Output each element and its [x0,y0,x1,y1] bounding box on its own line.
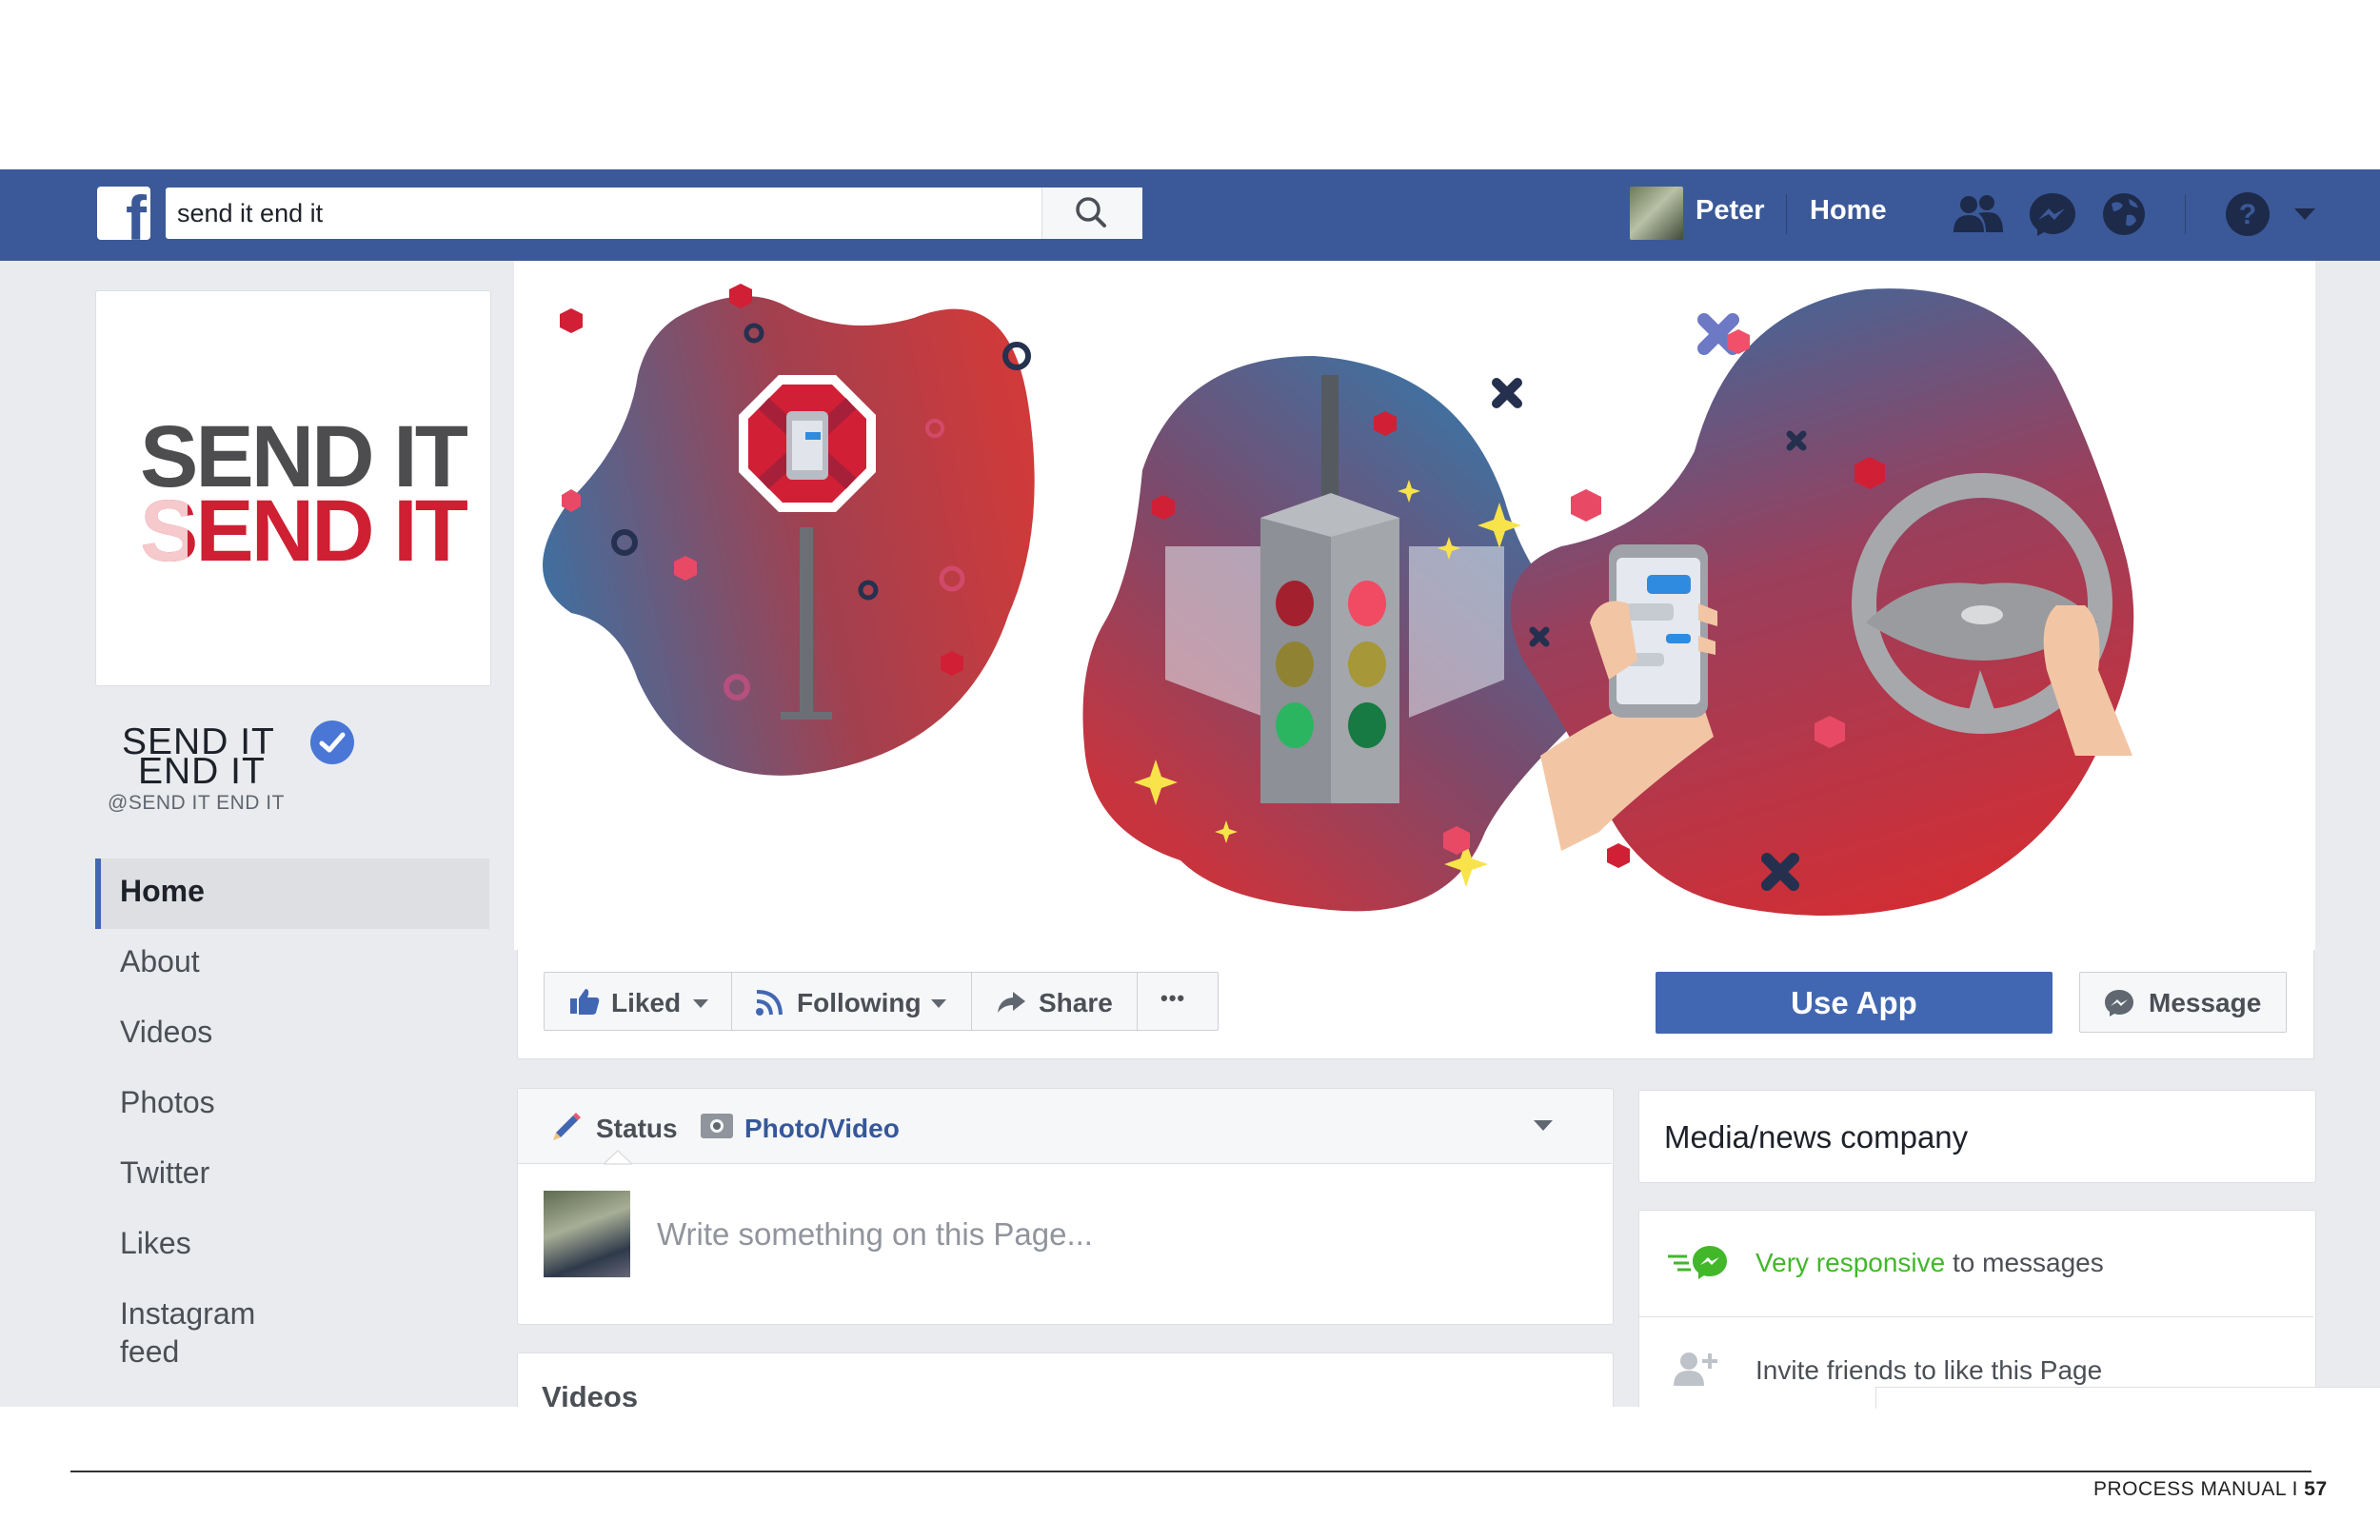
globe-icon[interactable] [2100,190,2148,238]
sidebar-item-label-2: feed [120,1334,180,1369]
thumbs-up-icon [570,989,600,1015]
sidebar-item-instagram-feed[interactable]: Instagram feed [95,1281,489,1386]
liked-button[interactable]: Liked [544,972,732,1031]
page-margin [0,1407,2380,1540]
share-button[interactable]: Share [971,972,1138,1031]
liked-label: Liked [611,988,682,1017]
search-box [166,188,1142,239]
divider [1639,1316,2313,1317]
svg-text:?: ? [2239,199,2256,230]
footer-title: PROCESS MANUAL I [2093,1478,2305,1500]
caret-down-icon [931,999,946,1008]
caret-down-icon [693,999,708,1008]
sidebar-item-photos[interactable]: Photos [95,1070,489,1140]
nav-divider [1786,194,1787,234]
friends-icon[interactable] [1950,192,2007,236]
composer-input[interactable]: Write something on this Page... [657,1216,1093,1253]
tab-status[interactable]: Status [596,1114,678,1144]
message-button[interactable]: Message [2079,972,2287,1033]
share-arrow-icon [998,992,1025,1013]
sidebar-item-likes[interactable]: Likes [95,1211,489,1281]
responsive-messenger-icon [1668,1246,1727,1279]
share-label: Share [1039,988,1113,1017]
cover-illustration [543,284,2134,916]
cover-photo[interactable] [514,261,2315,950]
rss-icon [756,990,783,1016]
footer-label: PROCESS MANUAL I 57 [2093,1478,2328,1501]
logo-faded-s: S [140,487,188,575]
help-icon[interactable]: ? [2224,190,2271,238]
sidebar-item-label: Instagram [120,1296,256,1331]
messenger-icon[interactable] [2028,190,2077,238]
footer-page-number: 57 [2304,1478,2328,1500]
search-icon [1076,197,1106,227]
user-name-link[interactable]: Peter [1696,195,1765,227]
composer-tabs: Status Photo/Video [518,1089,1612,1165]
sidebar-item-label: Twitter [120,1155,210,1190]
responsiveness-text: Very responsive to messages [1755,1248,2104,1278]
verified-badge-icon [310,721,354,764]
footer-rule [70,1471,2311,1472]
camera-icon [701,1114,733,1138]
more-options-icon: ••• [1160,986,1186,1010]
profile-picture[interactable]: SEND IT SEND IT S SEND IT [95,290,491,686]
cropped-card-edge [1875,1387,2380,1409]
facebook-f-icon[interactable]: f [97,187,150,240]
following-label: Following [797,988,922,1017]
chevron-down-icon[interactable] [1533,1119,1554,1133]
search-button[interactable] [1041,188,1142,239]
page-handle[interactable]: @SEND IT END IT [108,792,285,815]
sidebar-item-label: Home [120,874,205,908]
pencil-icon [553,1113,581,1140]
following-button[interactable]: Following [731,972,972,1031]
sidebar-item-twitter[interactable]: Twitter [95,1140,489,1211]
responsiveness-strong: Very responsive [1755,1248,1946,1277]
sidebar-item-label: Likes [120,1226,191,1260]
caret-down-icon[interactable] [2292,206,2317,223]
invite-friends-link[interactable]: Invite friends to like this Page [1755,1355,2102,1386]
sidebar-item-label: About [120,944,200,978]
tab-pointer [604,1150,632,1165]
sidebar-item-label: Videos [120,1015,213,1049]
messenger-icon [2105,990,2133,1017]
sidebar-item-videos[interactable]: Videos [95,999,489,1070]
use-app-button[interactable]: Use App [1656,972,2053,1034]
home-link[interactable]: Home [1810,195,1887,227]
sidebar-item-home[interactable]: Home [95,859,489,929]
page-name-line-2[interactable]: END IT [138,753,266,790]
page-category[interactable]: Media/news company [1664,1119,1968,1155]
search-input[interactable] [177,188,1034,239]
sidebar-item-about[interactable]: About [95,929,489,999]
nav-divider [2185,194,2186,234]
logo-line-bottom-text: SEND IT [140,483,468,580]
responsiveness-rest: to messages [1945,1248,2104,1277]
composer-avatar [544,1191,630,1277]
more-options-button[interactable]: ••• [1137,972,1219,1031]
message-label: Message [2149,988,2262,1017]
sidebar-item-label: Photos [120,1085,215,1119]
add-friend-icon [1674,1352,1717,1386]
tab-photo-video[interactable]: Photo/Video [744,1114,900,1144]
user-avatar[interactable] [1630,187,1683,240]
logo-line-bottom: SEND IT S SEND IT [140,483,468,580]
